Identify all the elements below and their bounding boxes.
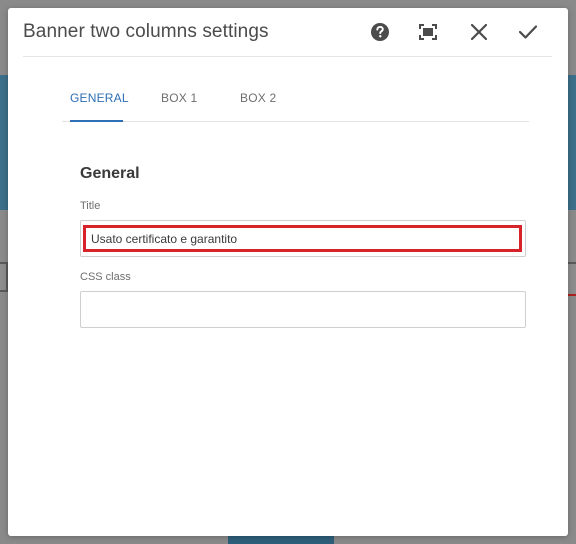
- background-button-fragment: [228, 536, 334, 544]
- tab-box-2[interactable]: BOX 2: [240, 91, 276, 105]
- css-class-field[interactable]: [81, 292, 525, 327]
- section-heading: General: [80, 165, 140, 182]
- css-class-field-wrapper: [80, 291, 526, 328]
- title-label: Title: [80, 200, 101, 212]
- title-field-wrapper: [80, 220, 526, 257]
- fullscreen-button[interactable]: [414, 18, 442, 46]
- active-tab-indicator: [70, 120, 123, 122]
- help-button[interactable]: [366, 18, 394, 46]
- close-button[interactable]: [465, 18, 493, 46]
- fullscreen-icon: [419, 24, 437, 40]
- done-button[interactable]: [514, 18, 542, 46]
- tab-bar: GENERAL BOX 1 BOX 2: [62, 82, 529, 122]
- dialog-title: Banner two columns settings: [23, 21, 269, 42]
- title-field[interactable]: [81, 221, 525, 256]
- tab-general[interactable]: GENERAL: [70, 91, 129, 105]
- close-icon: [471, 24, 487, 40]
- check-icon: [519, 25, 537, 39]
- dialog-header: Banner two columns settings: [23, 8, 552, 57]
- tab-box-1[interactable]: BOX 1: [161, 91, 197, 105]
- css-class-label: CSS class: [80, 271, 131, 283]
- settings-dialog: Banner two columns settings GENERAL BOX …: [8, 8, 568, 536]
- background-field-fragment: [0, 262, 8, 292]
- help-icon: [370, 22, 390, 42]
